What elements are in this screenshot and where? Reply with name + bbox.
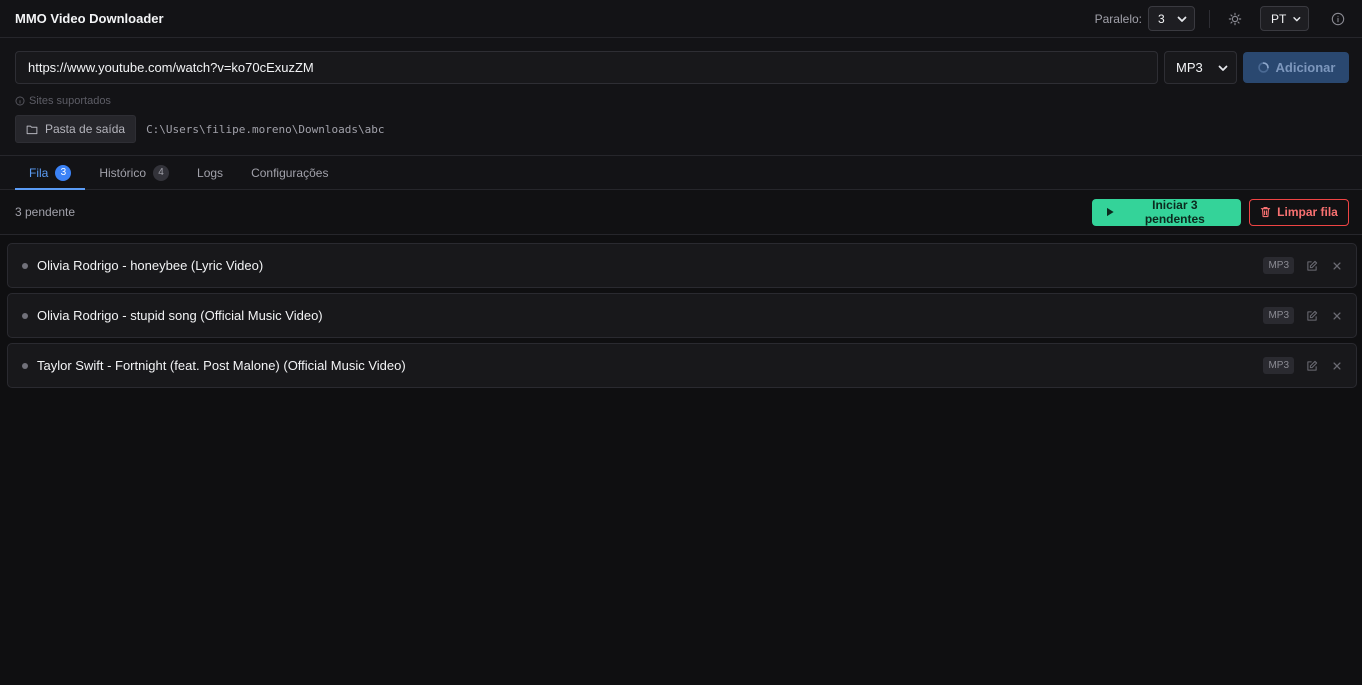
status-dot	[22, 262, 28, 269]
app-window: MMO Video Downloader Paralelo: 3 PT http…	[0, 0, 1362, 685]
status-dot	[22, 312, 28, 319]
edit-icon[interactable]	[1305, 359, 1319, 373]
add-button-label: Adicionar	[1275, 60, 1336, 75]
loading-spinner-icon	[1257, 62, 1269, 73]
queue-item: Olivia Rodrigo - stupid song (Official M…	[7, 293, 1357, 338]
chevron-down-icon	[1293, 16, 1301, 21]
queue-item-info: Olivia Rodrigo - stupid song (Official M…	[22, 308, 323, 323]
trash-icon	[1260, 206, 1271, 218]
format-select[interactable]: MP3	[1164, 51, 1237, 84]
tab-label: Configurações	[251, 165, 329, 180]
tab-settings[interactable]: Configurações	[237, 156, 342, 189]
chevron-down-icon	[1177, 16, 1187, 22]
queue-item-actions: MP3	[1263, 307, 1344, 324]
tab-bar: Fila 3 Histórico 4 Logs Configurações	[0, 156, 1362, 190]
parallel-select[interactable]: 3	[1148, 6, 1195, 31]
output-path: C:\Users\filipe.moreno\Downloads\abc	[146, 122, 385, 136]
input-area: MP3 Adicionar Sites suportados	[0, 38, 1362, 156]
output-folder-button[interactable]: Pasta de saída	[15, 115, 137, 143]
tab-label: Histórico	[99, 165, 147, 180]
queue-item-info: Taylor Swift - Fortnight (feat. Post Mal…	[22, 358, 406, 373]
queue-item-actions: MP3	[1263, 357, 1344, 374]
history-count-badge: 4	[153, 164, 170, 181]
supported-sites-label: Sites suportados	[29, 95, 111, 107]
status-dot	[22, 362, 28, 369]
clear-queue-button[interactable]: Limpar fila	[1249, 198, 1349, 226]
tab-logs[interactable]: Logs	[183, 156, 237, 189]
start-pending-button[interactable]: Iniciar 3 pendentes	[1092, 198, 1241, 226]
app-title: MMO Video Downloader	[15, 11, 164, 26]
queue-toolbar: 3 pendente Iniciar 3 pendentes Limpar fi…	[0, 190, 1362, 235]
edit-icon[interactable]	[1305, 309, 1319, 323]
start-pending-label: Iniciar 3 pendentes	[1144, 198, 1205, 226]
header-controls: Paralelo: 3 PT	[1095, 0, 1347, 37]
parallel-label: Paralelo:	[1094, 11, 1142, 26]
add-button[interactable]: Adicionar	[1243, 52, 1349, 83]
clear-queue-label: Limpar fila	[1277, 205, 1338, 219]
theme-toggle-sun-icon[interactable]	[1226, 10, 1244, 28]
queue-item-info: Olivia Rodrigo - honeybee (Lyric Video)	[22, 258, 263, 273]
pending-count-text: 3 pendente	[15, 205, 76, 219]
app-header: MMO Video Downloader Paralelo: 3 PT	[0, 0, 1362, 38]
remove-icon[interactable]	[1330, 309, 1344, 323]
queue-item: Olivia Rodrigo - honeybee (Lyric Video) …	[7, 243, 1357, 288]
folder-icon	[26, 125, 38, 134]
format-chip: MP3	[1263, 357, 1294, 374]
queue-item: Taylor Swift - Fortnight (feat. Post Mal…	[7, 343, 1357, 388]
format-select-value: MP3	[1176, 60, 1203, 75]
tab-history[interactable]: Histórico 4	[85, 156, 183, 189]
queue-actions: Iniciar 3 pendentes Limpar fila	[1092, 198, 1349, 226]
chevron-down-icon	[1218, 65, 1228, 71]
output-row: Pasta de saída C:\Users\filipe.moreno\Do…	[15, 115, 1349, 143]
format-chip: MP3	[1263, 307, 1294, 324]
queue-item-actions: MP3	[1263, 257, 1344, 274]
tab-queue[interactable]: Fila 3	[15, 156, 86, 190]
queue-item-title: Olivia Rodrigo - honeybee (Lyric Video)	[37, 258, 264, 273]
queue-item-title: Taylor Swift - Fortnight (feat. Post Mal…	[37, 358, 406, 373]
queue-list: Olivia Rodrigo - honeybee (Lyric Video) …	[0, 235, 1362, 388]
url-row: MP3 Adicionar	[15, 51, 1349, 84]
tab-label: Fila	[29, 165, 49, 180]
parallel-select-value: 3	[1158, 11, 1165, 26]
edit-icon[interactable]	[1305, 259, 1319, 273]
queue-count-badge: 3	[55, 164, 72, 181]
format-chip: MP3	[1263, 257, 1294, 274]
language-select-value: PT	[1271, 11, 1287, 26]
output-folder-label: Pasta de saída	[45, 122, 126, 136]
url-input[interactable]	[15, 51, 1158, 84]
info-icon[interactable]	[1329, 10, 1347, 28]
play-icon	[1106, 207, 1114, 217]
language-select[interactable]: PT	[1260, 6, 1309, 31]
supported-sites-link[interactable]: Sites suportados	[15, 94, 1349, 108]
header-divider	[1209, 9, 1210, 28]
queue-item-title: Olivia Rodrigo - stupid song (Official M…	[37, 308, 323, 323]
remove-icon[interactable]	[1330, 259, 1344, 273]
info-icon	[15, 96, 25, 106]
tab-label: Logs	[197, 165, 224, 180]
remove-icon[interactable]	[1330, 359, 1344, 373]
